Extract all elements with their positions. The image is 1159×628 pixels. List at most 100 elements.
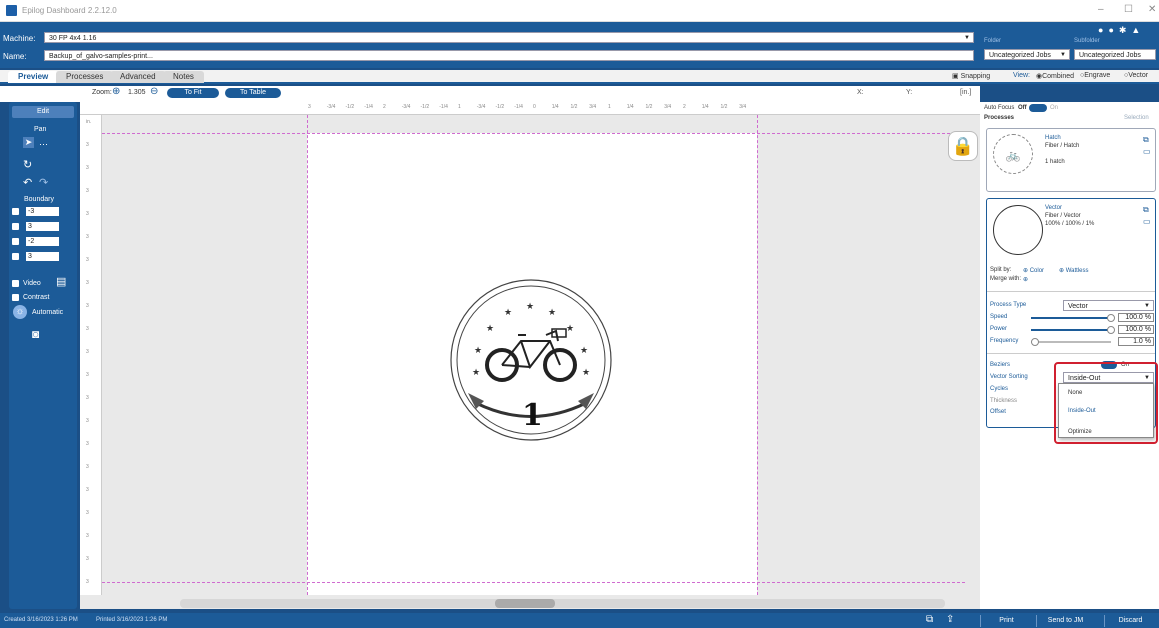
camera-icon[interactable]: ● <box>1108 25 1118 35</box>
frequency-slider[interactable] <box>1031 341 1111 343</box>
speed-input[interactable]: 100.0 % <box>1118 313 1154 322</box>
split-color-button[interactable]: ⊕ Color <box>1023 267 1044 274</box>
preview-canvas[interactable]: 3 -3/4 -1/2 -1/4 2 -3/4 -1/2 -1/4 1 -3/4 -1/2 -1/4 0… <box>80 102 995 609</box>
process-card-hatch[interactable]: 🚲 Hatch Fiber / Hatch 1 hatch ⧉ ▭ <box>986 128 1156 192</box>
tab-advanced[interactable]: Advanced <box>110 71 166 83</box>
boundary-left-icon <box>12 253 19 260</box>
header-icons: ●●✱▲ <box>1098 25 1145 36</box>
ruler-tick-label: 3 <box>86 142 89 148</box>
svg-text:★: ★ <box>504 308 512 318</box>
edit-button[interactable]: Edit <box>12 106 74 118</box>
video-checkbox[interactable] <box>12 280 19 287</box>
machine-select[interactable]: 30 FP 4x4 1.16 ▼ <box>44 32 974 43</box>
guide-line-top <box>102 133 965 134</box>
boundary-top-field[interactable]: -3 <box>26 207 59 216</box>
wattless-label: Wattless <box>1065 268 1089 274</box>
power-slider[interactable] <box>1031 329 1111 331</box>
folder-icon[interactable]: ▭ <box>1143 217 1151 226</box>
guide-line-right <box>757 115 758 595</box>
divider <box>987 353 1155 354</box>
ruler-tick-label: 3 <box>86 165 89 171</box>
ruler-tick-label: 1/4 <box>626 104 634 110</box>
beziers-label: Beziers <box>990 362 1011 368</box>
discard-button[interactable]: Discard <box>1104 615 1156 627</box>
user-icon[interactable]: ▲ <box>1131 25 1145 35</box>
pointer-icon[interactable]: ➤ <box>23 137 34 148</box>
merge-add-icon[interactable]: ⊕ <box>1023 276 1028 283</box>
zoom-out-icon[interactable]: ⊖ <box>150 86 158 97</box>
horizontal-scroll-thumb[interactable] <box>495 599 555 608</box>
pan-dots-icon[interactable]: ⋯ <box>39 139 48 150</box>
tab-notes[interactable]: Notes <box>163 71 204 83</box>
to-table-button[interactable]: To Table <box>225 88 281 98</box>
redo-icon[interactable]: ↷ <box>39 176 48 189</box>
tools-icon[interactable]: ✱ <box>1119 25 1132 35</box>
brightness-icon[interactable]: ☼ <box>13 305 27 319</box>
ruler-tick-label: 3 <box>86 533 89 539</box>
split-wattless-button[interactable]: ⊕ Wattless <box>1059 267 1088 274</box>
copy-icon[interactable]: ⧉ <box>1143 135 1149 145</box>
ruler-tick-label: 2 <box>683 104 686 110</box>
tab-preview[interactable]: Preview <box>8 71 59 83</box>
folder-select[interactable]: Uncategorized Jobs ▼ <box>984 49 1070 60</box>
vector-type: Fiber / Vector <box>1045 213 1081 219</box>
autofocus-off-label: Off <box>1018 105 1027 111</box>
ruler-tick-label: -1/2 <box>495 104 505 110</box>
horizontal-scrollbar[interactable] <box>180 599 945 608</box>
settings-icon[interactable]: ● <box>1098 25 1108 35</box>
ruler-tick-label: 0 <box>533 104 536 110</box>
top-ruler: 3 -3/4 -1/2 -1/4 2 -3/4 -1/2 -1/4 1 -3/4 -1/2 -1/4 0… <box>80 102 985 115</box>
undo-icon[interactable]: ↶ <box>23 176 32 189</box>
snapping-toggle[interactable]: ▣ Snapping <box>952 72 990 80</box>
artwork-number: 1 <box>522 398 543 433</box>
name-input[interactable]: Backup_of_galvo-samples-print... <box>44 50 974 61</box>
view-label: View: <box>1013 72 1030 79</box>
rotate-icon[interactable]: ↻ <box>23 158 32 171</box>
power-slider-knob[interactable] <box>1107 326 1115 334</box>
speed-slider[interactable] <box>1031 317 1111 319</box>
minimize-button[interactable]: – <box>1098 4 1104 15</box>
send-to-jm-button[interactable]: Send to JM <box>1036 615 1094 627</box>
view-vector-radio[interactable]: ○Vector <box>1124 72 1148 79</box>
subfolder-select[interactable]: Uncategorized Jobs <box>1074 49 1156 60</box>
ruler-tick-label: 3 <box>86 395 89 401</box>
image-icon[interactable]: ▤ <box>56 275 66 288</box>
lock-icon[interactable]: 🔒 <box>948 131 978 161</box>
offset-label: Offset <box>990 409 1006 415</box>
frequency-input[interactable]: 1.0 % <box>1118 337 1154 346</box>
ruler-tick-label: 3 <box>86 188 89 194</box>
tab-processes[interactable]: Processes <box>56 71 114 83</box>
copy-icon[interactable]: ⧉ <box>1143 205 1149 215</box>
print-button[interactable]: Print <box>980 615 1032 627</box>
bicycle-badge-artwork[interactable]: ★ ★ ★ ★ ★ ★ ★ ★ ★ 1 <box>446 275 616 445</box>
view-engrave-radio[interactable]: ○Engrave <box>1080 72 1110 79</box>
speed-slider-knob[interactable] <box>1107 314 1115 322</box>
boundary-right-field[interactable]: 3 <box>26 222 59 231</box>
view-combined-radio[interactable]: ◉Combined <box>1036 72 1074 80</box>
hatch-thumbnail: 🚲 <box>993 134 1033 174</box>
contrast-checkbox[interactable] <box>12 294 19 301</box>
autofocus-toggle[interactable] <box>1029 104 1047 112</box>
selection-button[interactable]: Selection <box>1124 115 1149 121</box>
export-icon[interactable]: ⇪ <box>946 614 954 625</box>
close-button[interactable]: ✕ <box>1148 4 1156 15</box>
maximize-button[interactable]: ☐ <box>1124 4 1133 15</box>
vector-label: Vector <box>1128 72 1149 79</box>
folder-icon[interactable]: ▭ <box>1143 147 1151 156</box>
window-title: Epilog Dashboard 2.2.12.0 <box>22 6 117 15</box>
ruler-tick-label: -3/4 <box>476 104 486 110</box>
copy-job-icon[interactable]: ⧉ <box>926 614 933 625</box>
boundary-left-field[interactable]: 3 <box>26 252 59 261</box>
to-fit-button[interactable]: To Fit <box>167 88 219 98</box>
zoom-in-icon[interactable]: ⊕ <box>112 86 120 97</box>
power-input[interactable]: 100.0 % <box>1118 325 1154 334</box>
boundary-bottom-field[interactable]: -2 <box>26 237 59 246</box>
process-panel: Auto Focus Off On Processes Selection 🚲 … <box>980 102 1159 609</box>
process-type-select[interactable]: Vector ▼ <box>1063 300 1154 311</box>
camera-capture-icon[interactable]: ◙ <box>32 327 39 341</box>
chevron-down-icon: ▼ <box>964 35 970 41</box>
ruler-tick-label: 1 <box>458 104 461 110</box>
zoom-label: Zoom: <box>92 89 112 96</box>
frequency-slider-knob[interactable] <box>1031 338 1039 346</box>
boundary-label: Boundary <box>24 196 54 203</box>
